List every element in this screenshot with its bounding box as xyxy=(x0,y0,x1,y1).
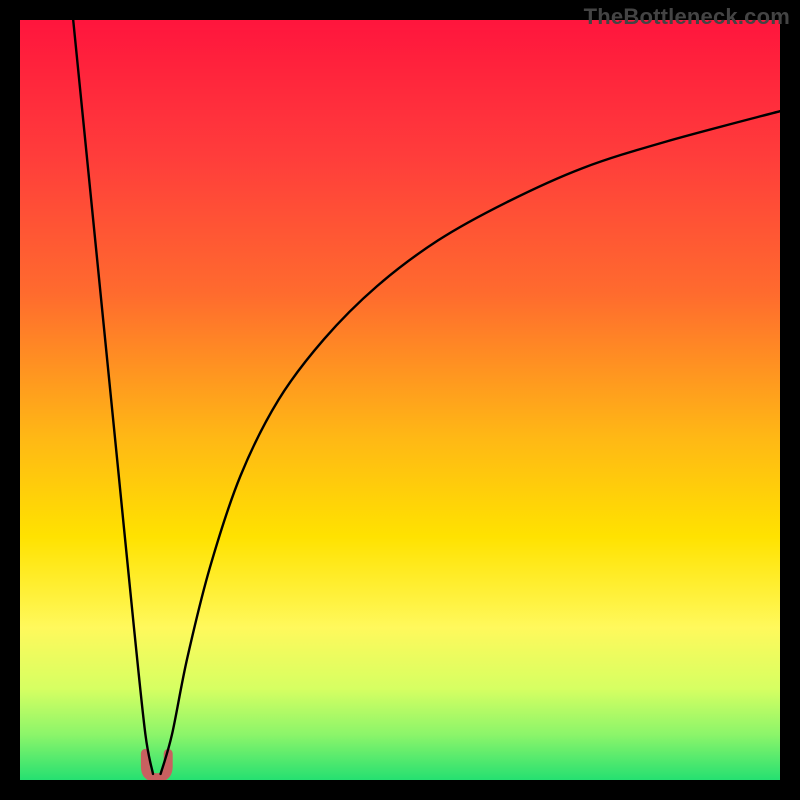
chart-plot-area xyxy=(20,20,780,780)
gradient-background xyxy=(20,20,780,780)
watermark-text: TheBottleneck.com xyxy=(584,4,790,30)
chart-svg xyxy=(20,20,780,780)
chart-frame: TheBottleneck.com xyxy=(0,0,800,800)
